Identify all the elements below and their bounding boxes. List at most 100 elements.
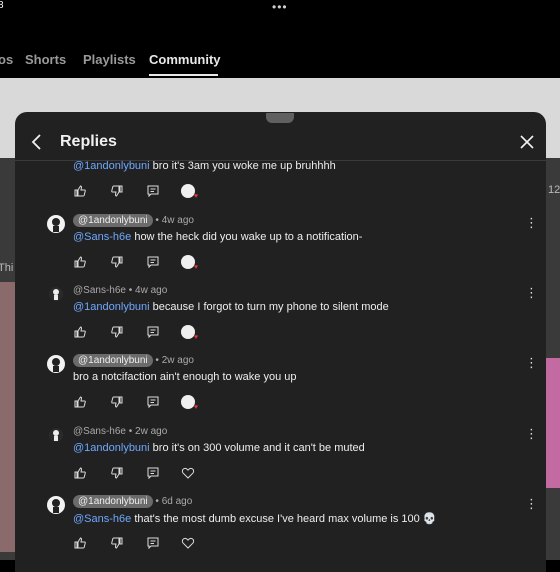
reply-comment: @1andonlybuni • 2w ago bro a notcifactio… [15, 353, 546, 417]
avatar[interactable] [49, 428, 63, 442]
reply-comment: @1andonlybuni • 4w ago @Sans-h6e how the… [15, 213, 546, 277]
tab-shorts[interactable]: Shorts [25, 52, 66, 67]
comment-meta: @Sans-h6e • 4w ago [73, 285, 168, 296]
reply-icon [147, 326, 159, 339]
author-name[interactable]: @1andonlybuni [73, 214, 153, 227]
background-post-text: Thi [0, 262, 14, 274]
comment-body: bro it's on 300 volume and it can't be m… [149, 442, 365, 454]
creator-heart-icon: ♥ [181, 255, 198, 271]
reply-icon [147, 537, 159, 550]
comment-time: 4w ago [135, 285, 168, 296]
comment-body: how the heck did you wake up to a notifi… [131, 231, 363, 243]
author-name[interactable]: @Sans-h6e [73, 426, 126, 437]
reply-icon [147, 256, 159, 269]
comment-time: 4w ago [161, 215, 194, 226]
post-image-edge-left [0, 282, 16, 552]
comment-meta: @Sans-h6e • 2w ago [73, 426, 168, 437]
dislike-button[interactable] [110, 395, 126, 411]
thumbs-down-icon [111, 185, 123, 197]
avatar[interactable] [47, 355, 65, 373]
comment-meta: @1andonlybuni • 2w ago [73, 354, 194, 367]
reply-button[interactable] [146, 325, 162, 341]
back-button[interactable] [27, 132, 47, 152]
comment-actions: ♥ [73, 325, 273, 341]
tab-playlists[interactable]: Playlists [83, 52, 136, 67]
sheet-title: Replies [60, 133, 117, 150]
heart-button[interactable] [181, 536, 197, 552]
more-vert-icon: ⋮ [525, 285, 538, 300]
thumbs-down-icon [111, 396, 123, 408]
more-options-button[interactable]: ⋮ [525, 216, 538, 231]
heart-icon [181, 537, 195, 549]
reply-button[interactable] [146, 466, 162, 482]
comment-meta: @1andonlybuni • 4w ago [73, 214, 194, 227]
dislike-button[interactable] [110, 466, 126, 482]
comment-text: @1andonlybuni because I forgot to turn m… [73, 301, 389, 313]
more-options-button[interactable]: ⋮ [525, 497, 538, 512]
more-vert-icon: ⋮ [525, 496, 538, 511]
mention-link[interactable]: @Sans-h6e [73, 231, 131, 243]
drag-handle[interactable] [266, 113, 294, 123]
like-button[interactable] [73, 325, 89, 341]
thumbs-up-icon [74, 256, 86, 268]
tab-community[interactable]: Community [149, 52, 221, 67]
author-name[interactable]: @1andonlybuni [73, 354, 153, 367]
comment-text: bro a notcifaction ain't enough to wake … [73, 371, 296, 383]
dislike-button[interactable] [110, 536, 126, 552]
tab-videos[interactable]: os [0, 52, 13, 67]
author-name[interactable]: @Sans-h6e [73, 285, 126, 296]
like-button[interactable] [73, 536, 89, 552]
author-name[interactable]: @1andonlybuni [73, 495, 153, 508]
more-options-button[interactable]: ⋮ [525, 427, 538, 442]
dislike-button[interactable] [110, 184, 126, 200]
thumbs-up-icon [74, 467, 86, 479]
reply-comment: @1andonlybuni • 6d ago @Sans-h6e that's … [15, 494, 546, 558]
comment-text: @Sans-h6e how the heck did you wake up t… [73, 231, 362, 243]
like-button[interactable] [73, 184, 89, 200]
reply-comment: @1andonlybuni bro it's 3am you woke me u… [15, 156, 546, 220]
avatar[interactable] [49, 287, 63, 301]
comment-actions [73, 536, 273, 552]
status-bar: 8 ••• [0, 0, 560, 14]
reply-icon [147, 185, 159, 198]
more-options-button[interactable]: ⋮ [525, 286, 538, 301]
thumbs-down-icon [111, 467, 123, 479]
comment-time: 2w ago [161, 355, 194, 366]
reply-button[interactable] [146, 255, 162, 271]
heart-button[interactable] [181, 466, 197, 482]
thumbs-down-icon [111, 256, 123, 268]
more-options-button[interactable]: ⋮ [525, 356, 538, 371]
thumbs-up-icon [74, 326, 86, 338]
avatar[interactable] [47, 215, 65, 233]
reply-button[interactable] [146, 536, 162, 552]
mention-link[interactable]: @1andonlybuni [73, 160, 150, 172]
mention-link[interactable]: @1andonlybuni [73, 442, 150, 454]
mention-link[interactable]: @1andonlybuni [73, 301, 150, 313]
replies-sheet: Replies @1andonlybuni bro it's 3am you w… [15, 112, 546, 572]
avatar[interactable] [47, 496, 65, 514]
background-like-count: 12 [548, 184, 560, 196]
reply-icon [147, 467, 159, 480]
comment-actions: ♥ [73, 255, 273, 271]
comment-time: 6d ago [161, 496, 193, 507]
like-button[interactable] [73, 466, 89, 482]
comment-time: 2w ago [135, 426, 168, 437]
comment-body: that's the most dumb excuse I've heard m… [131, 513, 423, 525]
comment-actions: ♥ [73, 184, 273, 200]
thumbs-up-icon [74, 185, 86, 197]
comment-meta: @1andonlybuni • 6d ago [73, 495, 193, 508]
like-button[interactable] [73, 395, 89, 411]
thumbs-down-icon [111, 326, 123, 338]
dislike-button[interactable] [110, 255, 126, 271]
more-vert-icon: ⋮ [525, 355, 538, 370]
reply-button[interactable] [146, 184, 162, 200]
multitask-dots[interactable]: ••• [272, 0, 288, 14]
close-button[interactable] [518, 133, 536, 151]
thumbs-up-icon [74, 537, 86, 549]
reply-button[interactable] [146, 395, 162, 411]
dislike-button[interactable] [110, 325, 126, 341]
comment-text: @1andonlybuni bro it's on 300 volume and… [73, 442, 365, 454]
mention-link[interactable]: @Sans-h6e [73, 513, 131, 525]
like-button[interactable] [73, 255, 89, 271]
reply-comment: @Sans-h6e • 2w ago @1andonlybuni bro it'… [15, 424, 546, 488]
